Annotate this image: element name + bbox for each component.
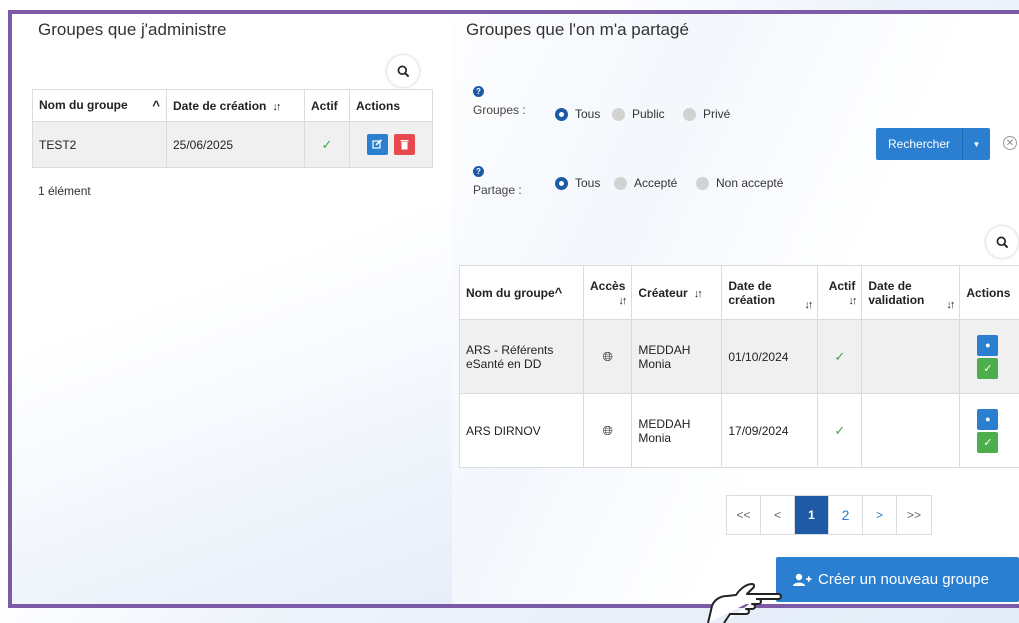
create-group-button[interactable]: Créer un nouveau groupe: [776, 557, 1019, 602]
sort-icon: ↓↑: [946, 299, 955, 311]
clear-filter-icon[interactable]: ✕: [1003, 136, 1017, 150]
radio-groups-all[interactable]: Tous: [555, 107, 600, 121]
group-name: TEST2: [32, 121, 167, 168]
column-header-name[interactable]: Nom du groupe^: [459, 265, 584, 320]
column-header-active[interactable]: Actif ↓↑: [817, 265, 863, 320]
trash-icon: [400, 140, 409, 150]
search-button[interactable]: Rechercher ▼: [876, 128, 990, 160]
validation-date: [861, 319, 961, 394]
column-header-date[interactable]: Date de création ↓↑: [166, 89, 305, 122]
group-name: ARS DIRNOV: [459, 393, 584, 468]
sort-icon: ↓↑: [272, 100, 281, 113]
check-icon: ✓: [321, 136, 333, 152]
radio-icon: [683, 107, 696, 121]
creation-date: 17/09/2024: [721, 393, 819, 468]
dropdown-caret-icon[interactable]: ▼: [962, 128, 990, 160]
column-header-access[interactable]: Accès ↓↑: [582, 265, 633, 320]
table-row: ARS DIRNOV 🌐︎ MEDDAH Monia 17/09/2024 ✓ …: [459, 393, 1019, 468]
share-filter-label: Partage :: [473, 183, 522, 197]
left-section-title: Groupes que j'administre: [38, 20, 227, 39]
column-header-actions: Actions: [959, 265, 1019, 320]
page-1[interactable]: 1: [795, 496, 829, 534]
radio-share-all[interactable]: Tous: [555, 176, 600, 190]
edit-icon: [372, 139, 383, 149]
globe-icon: 🌐︎: [602, 348, 613, 364]
radio-icon: [614, 176, 627, 190]
delete-button[interactable]: [393, 134, 415, 155]
sort-icon: ↓↑: [848, 294, 857, 307]
column-header-date-created[interactable]: Date de création ↓↑: [721, 265, 819, 320]
radio-selected-icon: [555, 176, 568, 190]
radio-groups-private[interactable]: Privé: [683, 107, 730, 121]
pointing-hand-icon: [707, 583, 782, 623]
column-header-active: Actif: [304, 89, 350, 122]
sort-icon: ↓↑: [693, 287, 703, 300]
check-icon: ✓: [834, 348, 846, 364]
table-row: TEST2 25/06/2025 ✓: [32, 121, 433, 168]
radio-share-accepted[interactable]: Accepté: [614, 176, 677, 190]
radio-icon: [696, 176, 709, 190]
sort-icon: ↓↑: [618, 294, 627, 307]
accept-button[interactable]: ✓: [977, 357, 999, 379]
column-header-name[interactable]: Nom du groupe ^: [32, 89, 167, 122]
creator-name: MEDDAH Monia: [631, 319, 723, 394]
page-last[interactable]: >>: [897, 496, 931, 534]
eye-icon: ●: [985, 414, 991, 424]
sort-icon: ↓↑: [804, 299, 813, 311]
radio-groups-public[interactable]: Public: [612, 107, 665, 121]
column-header-creator[interactable]: Créateur ↓↑: [631, 265, 723, 320]
radio-icon: [612, 107, 625, 121]
sort-asc-icon: ^: [152, 98, 160, 113]
right-search-button[interactable]: [986, 226, 1018, 258]
radio-selected-icon: [555, 107, 568, 121]
check-icon: ✓: [983, 436, 993, 449]
check-icon: ✓: [983, 362, 993, 375]
page-2[interactable]: 2: [829, 496, 863, 534]
left-search-button[interactable]: [387, 55, 419, 87]
column-header-date-validated[interactable]: Date de validation ↓↑: [861, 265, 961, 320]
search-icon: [996, 236, 1008, 248]
shared-groups-table: Nom du groupe^ Accès ↓↑ Créateur ↓↑ Date d…: [459, 265, 1019, 468]
groups-filter-label: Groupes :: [473, 103, 526, 117]
creation-date: 25/06/2025: [166, 121, 305, 168]
page-first[interactable]: <<: [727, 496, 761, 534]
check-icon: ✓: [834, 422, 846, 438]
edit-button[interactable]: [367, 134, 389, 155]
sort-asc-icon: ^: [554, 285, 563, 300]
table-row: ARS - Référents eSanté en DD 🌐︎ MEDDAH M…: [459, 319, 1019, 394]
right-section-title: Groupes que l'on m'a partagé: [466, 20, 689, 39]
view-button[interactable]: ●: [977, 408, 999, 430]
column-header-actions: Actions: [349, 89, 433, 122]
accept-button[interactable]: ✓: [977, 431, 999, 453]
element-count: 1 élément: [38, 184, 91, 198]
validation-date: [861, 393, 961, 468]
view-button[interactable]: ●: [977, 334, 999, 356]
admin-groups-table: Nom du groupe ^ Date de création ↓↑ Actif…: [32, 89, 433, 168]
page-prev[interactable]: <: [761, 496, 795, 534]
help-icon[interactable]: ?: [473, 86, 484, 97]
page-next[interactable]: >: [863, 496, 897, 534]
globe-icon: 🌐︎: [602, 422, 613, 438]
pagination: << < 1 2 > >>: [726, 495, 932, 535]
eye-icon: ●: [985, 340, 991, 350]
add-user-icon: [793, 573, 812, 586]
group-name: ARS - Référents eSanté en DD: [459, 319, 584, 394]
help-icon[interactable]: ?: [473, 166, 484, 177]
creator-name: MEDDAH Monia: [631, 393, 723, 468]
radio-share-not-accepted[interactable]: Non accepté: [696, 176, 783, 190]
search-icon: [397, 65, 409, 77]
creation-date: 01/10/2024: [721, 319, 819, 394]
